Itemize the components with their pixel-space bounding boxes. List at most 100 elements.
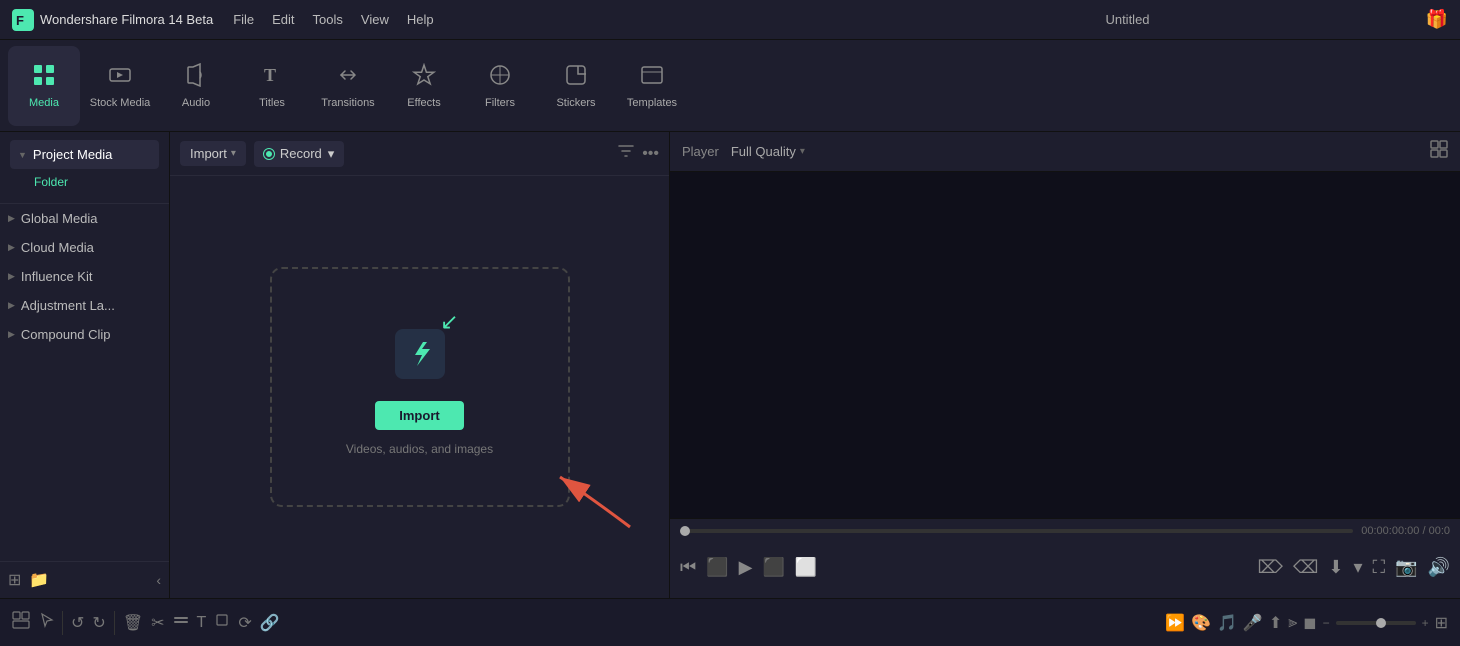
add-to-timeline-button[interactable]: ⬇: [1328, 557, 1343, 578]
time-display: 00:00:00:00 / 00:0: [1361, 525, 1450, 537]
in-point-button[interactable]: ⌦: [1258, 557, 1283, 578]
sidebar: ▼ Project Media Folder ▶ Global Media ▶ …: [0, 132, 170, 598]
menu-view[interactable]: View: [361, 12, 389, 27]
import-button[interactable]: Import ▾: [180, 141, 246, 166]
titles-icon: T: [260, 63, 284, 93]
sidebar-project-media-section: ▼ Project Media Folder: [0, 132, 169, 204]
toolbar-templates[interactable]: Templates: [616, 46, 688, 126]
toolbar-effects-label: Effects: [407, 97, 440, 109]
current-time: 00:00:00:00: [1361, 525, 1419, 537]
mic-icon[interactable]: 🎤: [1243, 613, 1263, 633]
toolbar-effects[interactable]: Effects: [388, 46, 460, 126]
frame-back-button[interactable]: ⬛: [706, 557, 728, 578]
stop-button[interactable]: ⬜: [795, 557, 817, 578]
sidebar-item-project-media[interactable]: ▼ Project Media: [10, 140, 159, 169]
undo-icon[interactable]: ↺: [71, 613, 84, 633]
import-label: Import: [190, 146, 227, 161]
player-right-controls: ⌦ ⌫ ⬇ ▾ ⛶ 📷 🔊: [1258, 557, 1451, 578]
effects-icon: [412, 63, 436, 93]
redo-icon[interactable]: ↻: [92, 613, 105, 633]
out-point-button[interactable]: ⌫: [1293, 557, 1318, 578]
link-tool-icon[interactable]: 🔗: [260, 613, 280, 633]
snapshot-button[interactable]: 📷: [1395, 557, 1417, 578]
toolbar-stock-media[interactable]: Stock Media: [84, 46, 156, 126]
toolbar-transitions[interactable]: Transitions: [312, 46, 384, 126]
collapse-sidebar-button[interactable]: ‹: [156, 572, 161, 588]
select-tool-icon[interactable]: [38, 612, 54, 633]
sidebar-item-influence-kit[interactable]: ▶ Influence Kit: [0, 262, 169, 291]
transitions-icon: [336, 63, 360, 93]
sidebar-item-compound-clip[interactable]: ▶ Compound Clip: [0, 320, 169, 349]
grid-layout-icon[interactable]: ⊞: [1435, 613, 1448, 633]
progress-track[interactable]: [680, 529, 1353, 533]
sidebar-item-adjustment-layer[interactable]: ▶ Adjustment La...: [0, 291, 169, 320]
sidebar-item-global-media-label: Global Media: [21, 211, 98, 226]
crop-tool-icon[interactable]: [214, 612, 230, 633]
sidebar-item-compound-clip-label: Compound Clip: [21, 327, 111, 342]
delete-icon[interactable]: 🗑: [123, 613, 143, 633]
media-icon: [32, 63, 56, 93]
zoom-slider[interactable]: [1336, 621, 1416, 625]
sidebar-item-cloud-media[interactable]: ▶ Cloud Media: [0, 233, 169, 262]
sidebar-item-global-media[interactable]: ▶ Global Media: [0, 204, 169, 233]
toolbar-titles[interactable]: T Titles: [236, 46, 308, 126]
toolbar-filters-label: Filters: [485, 97, 515, 109]
toolbar-stickers[interactable]: Stickers: [540, 46, 612, 126]
player-grid-button[interactable]: [1430, 140, 1448, 163]
record-dot-icon: [264, 149, 274, 159]
menu-file[interactable]: File: [233, 12, 254, 27]
import-action-button[interactable]: Import: [375, 401, 463, 430]
menu-edit[interactable]: Edit: [272, 12, 294, 27]
split-icon[interactable]: ⫸: [1288, 614, 1297, 632]
layout-tool-icon[interactable]: [12, 611, 30, 634]
zoom-out-icon[interactable]: −: [1323, 616, 1330, 630]
record-button[interactable]: Record ▾: [254, 141, 344, 167]
gift-icon[interactable]: 🎁: [1426, 9, 1448, 30]
toolbar-filters[interactable]: Filters: [464, 46, 536, 126]
menu-tools[interactable]: Tools: [313, 12, 343, 27]
filmora-box: [395, 329, 445, 379]
drop-zone-container: ↙ Import Videos, audios, and images: [170, 176, 669, 598]
audio-control-icon[interactable]: 🎵: [1217, 613, 1237, 633]
crop-icon[interactable]: ◼: [1303, 613, 1316, 633]
media-toolbar-right: •••: [618, 143, 659, 164]
media-toolbar: Import ▾ Record ▾ •••: [170, 132, 669, 176]
toolbar-media[interactable]: Media: [8, 46, 80, 126]
drop-zone[interactable]: ↙ Import Videos, audios, and images: [270, 267, 570, 507]
motion-icon[interactable]: ⬆: [1269, 613, 1282, 633]
fullscreen-button[interactable]: ⛶: [1373, 557, 1386, 578]
menu-help[interactable]: Help: [407, 12, 434, 27]
play-button[interactable]: ▶: [739, 557, 753, 578]
rotate-tool-icon[interactable]: ⟳: [238, 613, 251, 633]
timeline-toolbar: ↺ ↻ 🗑 ✂ T ⟳ 🔗 ⏩ 🎨 🎵 🎤 ⬆ ⫸ ◼ − + ⊞: [0, 598, 1460, 646]
new-folder-icon[interactable]: ⊞: [8, 570, 21, 590]
cut-icon[interactable]: ✂: [151, 613, 164, 633]
stickers-icon: [564, 63, 588, 93]
more-options-icon[interactable]: •••: [642, 145, 659, 163]
volume-button[interactable]: 🔊: [1428, 557, 1450, 578]
player-buttons-row: ⏮ ⬛ ▶ ⬛ ⬜ ⌦ ⌫ ⬇ ▾ ⛶ 📷 🔊: [670, 543, 1460, 591]
color-control-icon[interactable]: 🎨: [1191, 613, 1211, 633]
zoom-thumb: [1376, 618, 1386, 628]
text-tool-icon[interactable]: T: [197, 614, 207, 632]
toolbar-templates-label: Templates: [627, 97, 677, 109]
sidebar-item-influence-kit-label: Influence Kit: [21, 269, 93, 284]
toolbar-audio-label: Audio: [182, 97, 210, 109]
quality-selector[interactable]: Full Quality ▾: [731, 144, 805, 159]
toolbar-media-label: Media: [29, 97, 59, 109]
sidebar-sub-folder[interactable]: Folder: [10, 169, 159, 195]
trim-icon[interactable]: [173, 612, 189, 633]
sidebar-item-cloud-media-label: Cloud Media: [21, 240, 94, 255]
speed-control-icon[interactable]: ⏩: [1165, 613, 1185, 633]
player-area: Player Full Quality ▾: [670, 132, 1460, 598]
add-media-icon[interactable]: 📁: [29, 570, 49, 590]
toolbar-stickers-label: Stickers: [556, 97, 595, 109]
frame-forward-button[interactable]: ⬛: [762, 557, 784, 578]
progress-thumb: [680, 526, 690, 536]
toolbar-audio[interactable]: Audio: [160, 46, 232, 126]
skip-back-button[interactable]: ⏮: [680, 557, 696, 578]
speed-button[interactable]: ▾: [1354, 557, 1363, 578]
drop-zone-wrapper: ↙ Import Videos, audios, and images: [270, 267, 570, 507]
filter-icon[interactable]: [618, 143, 634, 164]
zoom-in-icon[interactable]: +: [1422, 616, 1429, 630]
